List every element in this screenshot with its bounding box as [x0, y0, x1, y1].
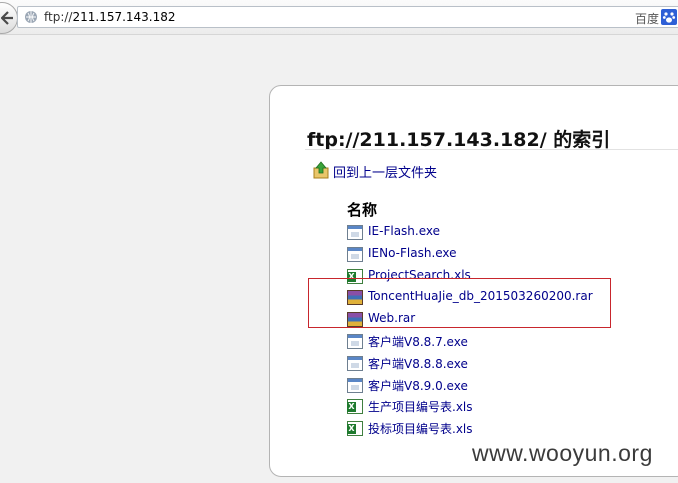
up-folder-icon — [313, 161, 329, 179]
url-scheme: ftp:// — [44, 10, 73, 24]
baidu-paw-icon[interactable] — [661, 9, 677, 25]
browser-toolbar: ftp://211.157.143.182 百度 — [0, 0, 678, 35]
file-link[interactable]: 投标项目编号表.xls — [368, 420, 473, 437]
file-link[interactable]: 客户端V8.8.8.exe — [368, 355, 468, 372]
search-engine-label[interactable]: 百度 — [635, 10, 659, 27]
highlight-annotation-box — [308, 278, 611, 328]
page-title: ftp://211.157.143.182/ 的索引 — [307, 129, 611, 151]
exe-file-icon — [347, 377, 363, 393]
exe-file-icon — [347, 246, 363, 262]
excel-file-icon — [347, 399, 363, 415]
exe-file-icon — [347, 225, 363, 240]
file-link[interactable]: IE-Flash.exe — [368, 224, 440, 238]
title-divider — [305, 149, 678, 150]
address-bar[interactable]: ftp://211.157.143.182 百度 — [17, 6, 678, 28]
file-link[interactable]: IENo-Flash.exe — [368, 246, 457, 260]
globe-icon — [25, 11, 37, 23]
back-arrow-icon — [1, 11, 13, 25]
exe-file-icon — [347, 355, 363, 371]
name-column-header: 名称 — [347, 201, 378, 219]
exe-file-icon — [347, 333, 363, 349]
file-link[interactable]: 客户端V8.8.7.exe — [368, 333, 468, 350]
url-host: 211.157.143.182 — [72, 10, 176, 24]
file-link[interactable]: 生产项目编号表.xls — [368, 398, 473, 415]
file-link[interactable]: 客户端V8.9.0.exe — [368, 377, 468, 394]
excel-file-icon — [347, 421, 363, 437]
back-button[interactable] — [0, 2, 18, 34]
url-text[interactable]: ftp://211.157.143.182 — [44, 10, 176, 24]
parent-folder-label[interactable]: 回到上一层文件夹 — [333, 162, 437, 181]
watermark: www.wooyun.org — [472, 440, 653, 466]
